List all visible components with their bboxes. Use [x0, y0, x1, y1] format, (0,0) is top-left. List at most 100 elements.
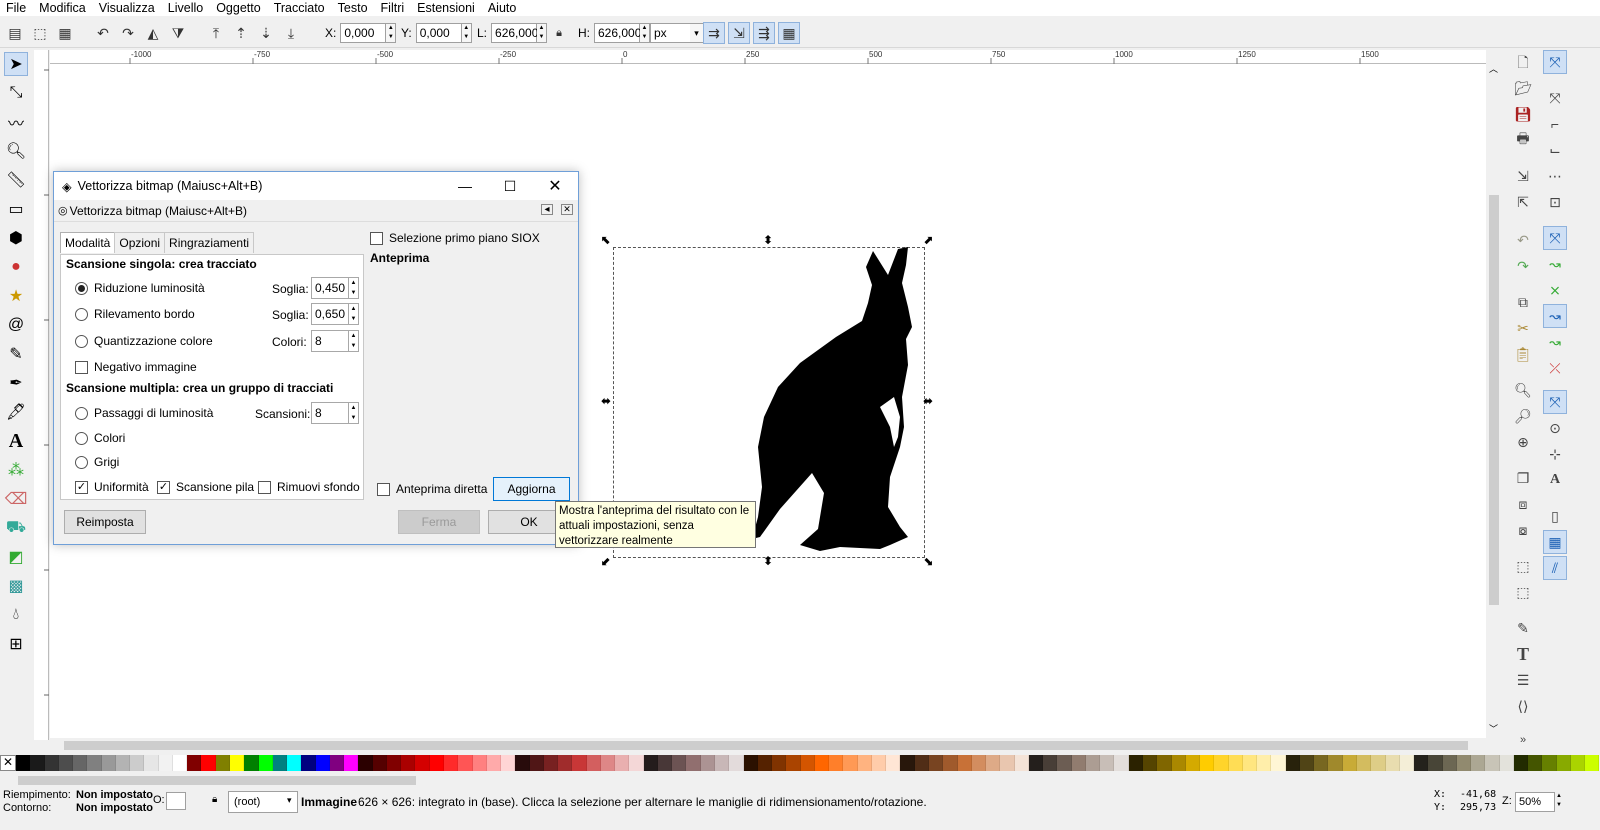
select-all-layers-icon[interactable]: ⬚ — [29, 22, 51, 44]
group-icon[interactable]: ⬚ — [1511, 554, 1535, 578]
color-swatch[interactable] — [1014, 755, 1029, 771]
color-swatch[interactable] — [1399, 755, 1415, 771]
export-icon[interactable]: ⇱ — [1511, 190, 1535, 214]
unlink-clone-icon[interactable]: ⧇ — [1511, 518, 1535, 542]
color-swatch[interactable] — [700, 755, 716, 771]
lower-icon[interactable]: ⇣ — [255, 22, 277, 44]
color-swatch[interactable] — [30, 755, 45, 771]
snap-midpoint-icon[interactable]: ⤫ — [1543, 356, 1567, 380]
colors-radio[interactable]: Colori — [75, 431, 125, 445]
color-swatch[interactable] — [1128, 755, 1143, 771]
y-input[interactable]: 0,000 — [415, 23, 462, 43]
color-swatch[interactable] — [101, 755, 116, 771]
color-swatch[interactable] — [1085, 755, 1101, 771]
ungroup-icon[interactable]: ⬚ — [1511, 580, 1535, 604]
pen-tool-icon[interactable]: ✒ — [4, 371, 28, 395]
stroke-value[interactable]: Non impostato — [76, 802, 153, 814]
scroll-up-icon[interactable]: ︿ — [1489, 62, 1498, 75]
resize-handle-nw[interactable]: ⬉ — [601, 234, 611, 246]
stop-button[interactable]: Ferma — [398, 510, 480, 534]
star-tool-icon[interactable]: ★ — [4, 284, 28, 308]
brightness-steps-radio[interactable]: Passaggi di luminosità — [75, 406, 213, 420]
color-swatch[interactable] — [1242, 755, 1258, 771]
snap-page-border-icon[interactable]: ▯ — [1543, 504, 1567, 528]
raise-icon[interactable]: ⇡ — [230, 22, 252, 44]
color-swatch[interactable] — [472, 755, 487, 771]
color-swatch[interactable] — [429, 755, 444, 771]
color-swatch[interactable] — [1114, 755, 1129, 771]
h-input[interactable]: 626,000 — [594, 23, 641, 43]
color-swatch[interactable] — [1513, 755, 1529, 771]
x-input[interactable]: 0,000 — [340, 23, 387, 43]
kangaroo-image[interactable] — [740, 247, 925, 558]
color-swatch[interactable] — [1071, 755, 1086, 771]
text-tool-icon[interactable]: A — [4, 429, 28, 453]
lock-layer-icon[interactable]: 🔒︎ — [212, 794, 217, 805]
color-swatch[interactable] — [1456, 755, 1472, 771]
color-swatch[interactable] — [1314, 755, 1329, 771]
checkbox[interactable]: ✓ — [157, 480, 170, 494]
snap-rotation-center-icon[interactable]: ⊹ — [1543, 442, 1567, 466]
radio-button[interactable] — [75, 406, 88, 420]
mesh-tool-icon[interactable]: ▩ — [4, 574, 28, 598]
3d-box-tool-icon[interactable]: ⬢ — [4, 226, 28, 250]
opacity-input[interactable] — [166, 792, 186, 810]
paste-icon[interactable]: 📋︎ — [1511, 342, 1535, 366]
color-swatch[interactable] — [914, 755, 929, 771]
color-swatch[interactable] — [529, 755, 544, 771]
color-swatch[interactable] — [1057, 755, 1072, 771]
zoom-page-icon[interactable]: ⊕ — [1511, 430, 1535, 454]
grays-radio[interactable]: Grigi — [75, 455, 119, 469]
transform-patterns-icon[interactable]: ▦ — [778, 22, 800, 44]
color-swatch[interactable] — [729, 755, 744, 771]
menu-text[interactable]: Testo — [338, 1, 368, 15]
snap-bbox-corner-icon[interactable]: ⌙ — [1543, 138, 1567, 162]
no-paint-swatch[interactable]: ✕ — [0, 755, 16, 771]
snap-guide-icon[interactable]: ⫽ — [1543, 556, 1567, 580]
color-swatch[interactable] — [1000, 755, 1015, 771]
color-swatch[interactable] — [87, 755, 102, 771]
remove-background-checkbox[interactable]: Rimuovi sfondo — [258, 480, 360, 494]
copy-icon[interactable]: ⧉ — [1511, 290, 1535, 314]
color-swatch[interactable] — [386, 755, 402, 771]
color-swatch[interactable] — [244, 755, 259, 771]
color-swatch[interactable] — [600, 755, 616, 771]
color-swatch[interactable] — [58, 755, 74, 771]
color-swatch[interactable] — [44, 755, 59, 771]
color-swatch[interactable] — [287, 755, 302, 771]
snap-text-baseline-icon[interactable]: A — [1543, 468, 1567, 492]
color-swatch[interactable] — [344, 755, 359, 771]
resize-handle-n[interactable]: ⬍ — [763, 234, 773, 246]
panel-close-icon[interactable]: ✕ — [561, 204, 573, 215]
snap-bbox-edge-icon[interactable]: ⌐ — [1543, 112, 1567, 136]
color-swatch[interactable] — [786, 755, 801, 771]
clone-icon[interactable]: ⧈ — [1511, 492, 1535, 516]
save-icon[interactable]: 💾︎ — [1511, 102, 1535, 126]
snap-bbox-midpoint-icon[interactable]: ⋯ — [1543, 164, 1567, 188]
resize-handle-s[interactable]: ⬍ — [763, 555, 773, 567]
color-swatch[interactable] — [1157, 755, 1172, 771]
zoom-tool-icon[interactable]: 🔍︎ — [4, 139, 28, 163]
color-swatch[interactable] — [1485, 755, 1500, 771]
invert-image-checkbox[interactable]: Negativo immagine — [75, 360, 197, 374]
color-swatch[interactable] — [1442, 755, 1457, 771]
ellipse-tool-icon[interactable]: ● — [4, 255, 28, 279]
zoom-selection-icon[interactable]: 🔍︎ — [1511, 378, 1535, 402]
color-swatch[interactable] — [515, 755, 530, 771]
open-file-icon[interactable]: 📂︎ — [1511, 76, 1535, 100]
rectangle-tool-icon[interactable]: ▭ — [4, 197, 28, 221]
w-spin[interactable]: ▲ ▼ — [537, 23, 548, 43]
text-font-icon[interactable]: T — [1511, 642, 1535, 666]
radio-button[interactable] — [75, 307, 88, 321]
snap-bbox-center-icon[interactable]: ⊡ — [1543, 190, 1567, 214]
fill-value[interactable]: Non impostato — [76, 789, 153, 801]
color-swatch[interactable] — [1528, 755, 1543, 771]
color-swatch[interactable] — [957, 755, 972, 771]
color-swatch[interactable] — [215, 755, 230, 771]
color-swatch[interactable] — [572, 755, 587, 771]
snap-enable-icon[interactable]: ⤧ — [1543, 50, 1567, 74]
menu-view[interactable]: Visualizza — [99, 1, 155, 15]
snap-path-icon[interactable]: ↝ — [1543, 252, 1567, 276]
color-swatch[interactable] — [172, 755, 188, 771]
maximize-icon[interactable]: ☐ — [495, 176, 525, 196]
